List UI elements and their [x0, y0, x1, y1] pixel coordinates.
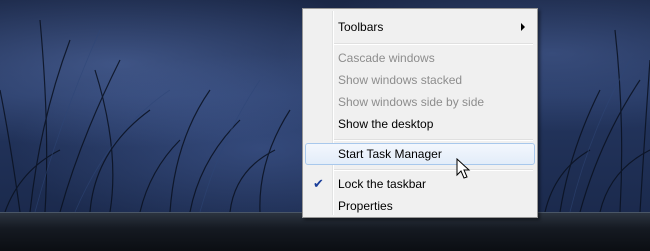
menu-item-label: Show windows stacked — [338, 73, 463, 87]
menu-item-toolbars[interactable]: Toolbars — [305, 16, 535, 38]
menu-item-cascade-windows[interactable]: Cascade windows — [305, 47, 535, 69]
menu-item-label: Show windows side by side — [338, 95, 485, 109]
menu-item-label: Lock the taskbar — [338, 177, 427, 191]
menu-item-properties[interactable]: Properties — [305, 195, 535, 217]
menu-separator — [334, 43, 533, 45]
menu-item-show-windows-stacked[interactable]: Show windows stacked — [305, 69, 535, 91]
chevron-right-icon — [521, 23, 525, 31]
mouse-pointer-icon — [456, 158, 471, 179]
menu-item-label: Show the desktop — [338, 117, 434, 131]
menu-item-show-windows-side-by-side[interactable]: Show windows side by side — [305, 91, 535, 113]
taskbar-context-menu: Toolbars Cascade windows Show windows st… — [302, 8, 538, 218]
menu-item-label: Start Task Manager — [338, 147, 442, 161]
menu-item-show-desktop[interactable]: Show the desktop — [305, 113, 535, 135]
menu-item-label: Properties — [338, 199, 393, 213]
menu-separator — [334, 169, 533, 171]
menu-item-label: Toolbars — [338, 20, 384, 34]
menu-item-label: Cascade windows — [338, 51, 435, 65]
menu-separator — [334, 139, 533, 141]
menu-item-start-task-manager[interactable]: Start Task Manager — [305, 143, 535, 165]
check-icon: ✔ — [313, 176, 324, 191]
menu-item-lock-taskbar[interactable]: ✔ Lock the taskbar — [305, 173, 535, 195]
